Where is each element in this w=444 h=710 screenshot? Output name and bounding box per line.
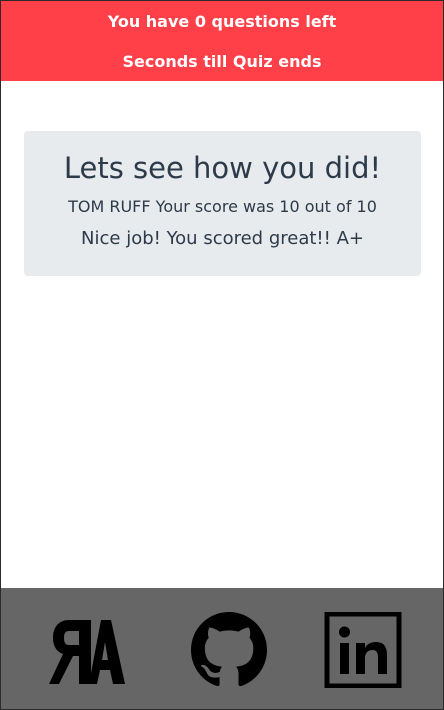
app-frame: You have 0 questions left Seconds till Q… xyxy=(0,0,444,710)
grade-text: Nice job! You scored great!! A+ xyxy=(81,228,364,249)
linkedin-link[interactable] xyxy=(323,612,403,688)
timer-text: Seconds till Quiz ends xyxy=(122,52,322,71)
result-card: Lets see how you did! TOM RUFF Your scor… xyxy=(24,131,421,276)
linkedin-icon xyxy=(324,612,402,688)
score-text: TOM RUFF Your score was 10 out of 10 xyxy=(68,197,377,216)
github-icon xyxy=(191,612,267,687)
footer xyxy=(1,588,443,709)
ra-logo-link[interactable] xyxy=(47,612,127,688)
quiz-status-header: You have 0 questions left Seconds till Q… xyxy=(1,1,443,81)
questions-left-text: You have 0 questions left xyxy=(107,12,337,31)
ra-logo-icon xyxy=(49,620,125,684)
github-link[interactable] xyxy=(189,612,269,688)
result-title: Lets see how you did! xyxy=(63,151,382,185)
